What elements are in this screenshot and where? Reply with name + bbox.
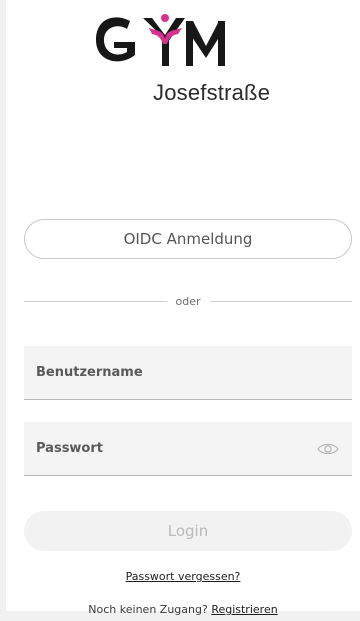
password-label: Passwort <box>36 441 103 456</box>
eye-icon[interactable] <box>316 441 340 457</box>
login-button[interactable]: Login <box>24 511 352 551</box>
register-row: Noch keinen Zugang? Registrieren <box>6 603 360 616</box>
login-screen: Josefstraße OIDC Anmeldung oder Benutzer… <box>6 0 360 616</box>
divider-line-left <box>24 300 167 302</box>
divider-line-right <box>209 300 353 302</box>
register-link[interactable]: Registrieren <box>211 603 277 616</box>
divider-text: oder <box>175 294 201 308</box>
password-field[interactable]: Passwort <box>24 422 352 476</box>
oidc-login-button[interactable]: OIDC Anmeldung <box>24 219 352 259</box>
username-field[interactable]: Benutzername <box>24 346 352 400</box>
gym-logo: Josefstraße <box>6 8 360 118</box>
or-divider: oder <box>24 293 353 309</box>
register-prompt: Noch keinen Zugang? <box>88 603 212 616</box>
username-label: Benutzername <box>36 365 143 380</box>
gym-logo-subtitle: Josefstraße <box>153 80 271 105</box>
forgot-password-link[interactable]: Passwort vergessen? <box>6 570 360 583</box>
